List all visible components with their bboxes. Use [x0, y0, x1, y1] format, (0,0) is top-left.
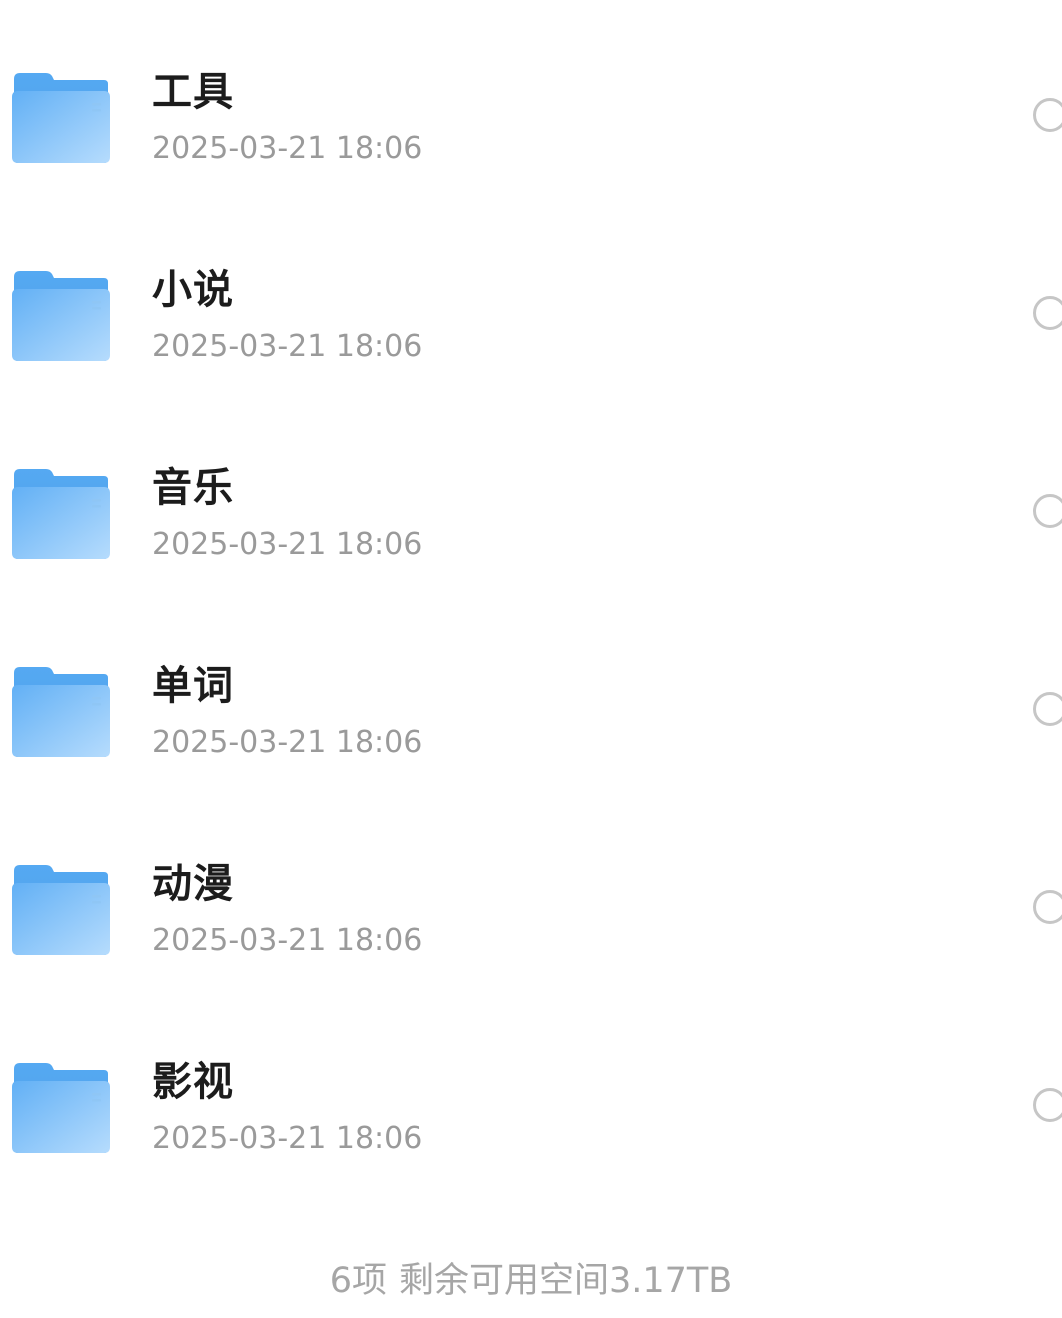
folder-row[interactable]: 工具 2025-03-21 18:06 — [0, 0, 1062, 198]
folder-name: 动漫 — [152, 861, 234, 907]
select-circle-icon[interactable] — [1033, 98, 1062, 132]
folder-icon — [12, 865, 110, 955]
folder-name: 工具 — [152, 69, 234, 115]
select-circle-icon[interactable] — [1033, 1088, 1062, 1122]
folder-modified-date: 2025-03-21 18:06 — [152, 527, 423, 562]
select-circle-icon[interactable] — [1033, 296, 1062, 330]
folder-icon — [12, 73, 110, 163]
folder-row[interactable]: 小说 2025-03-21 18:06 — [0, 198, 1062, 396]
folder-name: 小说 — [152, 267, 234, 313]
folder-name: 影视 — [152, 1059, 234, 1105]
folder-row[interactable]: 音乐 2025-03-21 18:06 — [0, 396, 1062, 594]
select-circle-icon[interactable] — [1033, 692, 1062, 726]
folder-row[interactable]: 动漫 2025-03-21 18:06 — [0, 792, 1062, 990]
folder-icon — [12, 667, 110, 757]
folder-icon — [12, 1063, 110, 1153]
item-count: 6项 — [329, 1261, 387, 1301]
folder-name: 音乐 — [152, 465, 234, 511]
folder-modified-date: 2025-03-21 18:06 — [152, 329, 423, 364]
folder-icon — [12, 271, 110, 361]
folder-row[interactable]: 单词 2025-03-21 18:06 — [0, 594, 1062, 792]
folder-name: 单词 — [152, 663, 234, 709]
select-circle-icon[interactable] — [1033, 890, 1062, 924]
folder-modified-date: 2025-03-21 18:06 — [152, 725, 423, 760]
folder-modified-date: 2025-03-21 18:06 — [152, 923, 423, 958]
folder-icon — [12, 469, 110, 559]
file-browser: 工具 2025-03-21 18:06 小说 2025-03-21 18:06 — [0, 0, 1062, 1318]
folder-modified-date: 2025-03-21 18:06 — [152, 131, 423, 166]
folder-row[interactable]: 影视 2025-03-21 18:06 — [0, 990, 1062, 1188]
storage-summary: 6项 剩余可用空间3.17TB — [0, 1258, 1062, 1304]
select-circle-icon[interactable] — [1033, 494, 1062, 528]
free-space-text: 剩余可用空间3.17TB — [398, 1261, 733, 1301]
folder-modified-date: 2025-03-21 18:06 — [152, 1121, 423, 1156]
